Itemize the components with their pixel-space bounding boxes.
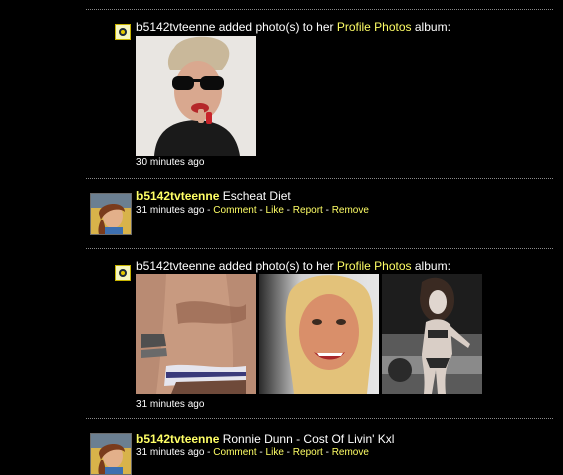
status-text: Escheat Diet — [222, 189, 291, 203]
entry-headline: b5142tvteenne Escheat Diet — [136, 189, 291, 203]
like-link[interactable]: Like — [266, 205, 284, 216]
feed-entry-photo-album: b5142tvteenne added photo(s) to her Prof… — [0, 248, 563, 418]
album-link[interactable]: Profile Photos — [337, 20, 412, 34]
album-icon — [115, 24, 131, 40]
entry-meta: 31 minutes ago - Comment - Like - Report… — [136, 447, 369, 458]
avatar[interactable] — [90, 193, 132, 235]
photo-thumbnail[interactable] — [136, 274, 256, 394]
report-link[interactable]: Report — [293, 447, 323, 458]
entry-meta: 31 minutes ago - Comment - Like - Report… — [136, 205, 369, 216]
album-link[interactable]: Profile Photos — [337, 259, 412, 273]
feed-entry-status: b5142tvteenne Ronnie Dunn - Cost Of Livi… — [0, 418, 563, 475]
avatar[interactable] — [90, 433, 132, 475]
photo-thumbnail[interactable] — [382, 274, 502, 394]
username-link[interactable]: b5142tvteenne — [136, 189, 219, 203]
username-link[interactable]: b5142tvteenne — [136, 432, 219, 446]
photo-thumbnail[interactable] — [136, 36, 256, 156]
report-link[interactable]: Report — [293, 205, 323, 216]
feed-entry-photo-album: b5142tvteenne added photo(s) to her Prof… — [0, 0, 563, 178]
remove-link[interactable]: Remove — [332, 205, 369, 216]
status-text: Ronnie Dunn - Cost Of Livin' Kxl — [222, 432, 395, 446]
entry-timestamp: 31 minutes ago — [136, 399, 205, 410]
username-text: b5142tvteenne — [136, 20, 216, 34]
comment-link[interactable]: Comment — [213, 205, 256, 216]
entry-headline: b5142tvteenne added photo(s) to her Prof… — [136, 259, 451, 273]
feed-entry-status: b5142tvteenne Escheat Diet 31 minutes ag… — [0, 178, 563, 248]
entry-headline: b5142tvteenne Ronnie Dunn - Cost Of Livi… — [136, 432, 394, 446]
album-icon — [115, 265, 131, 281]
remove-link[interactable]: Remove — [332, 447, 369, 458]
entry-timestamp: 31 minutes ago — [136, 205, 205, 216]
entry-timestamp: 31 minutes ago — [136, 447, 205, 458]
photo-thumbnail[interactable] — [259, 274, 379, 394]
entry-timestamp: 30 minutes ago — [136, 157, 205, 168]
like-link[interactable]: Like — [266, 447, 284, 458]
entry-headline: b5142tvteenne added photo(s) to her Prof… — [136, 20, 451, 34]
comment-link[interactable]: Comment — [213, 447, 256, 458]
username-text: b5142tvteenne — [136, 259, 216, 273]
